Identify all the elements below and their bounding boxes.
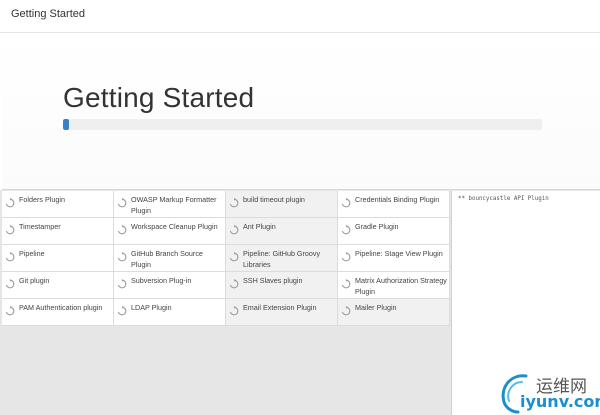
refresh-icon — [341, 303, 351, 316]
refresh-icon — [117, 303, 127, 316]
plugin-name: OWASP Markup Formatter Plugin — [131, 195, 217, 215]
plugin-name: Matrix Authorization Strategy Plugin — [355, 276, 447, 296]
plugin-name: Pipeline — [19, 249, 45, 258]
plugin-item: Gradle Plugin — [338, 218, 450, 245]
top-bar: Getting Started — [0, 0, 600, 33]
plugin-name: PAM Authentication plugin — [19, 303, 103, 312]
install-log-line: ** bouncycastle API Plugin — [458, 196, 549, 202]
refresh-icon — [229, 303, 239, 316]
plugin-name: LDAP Plugin — [131, 303, 172, 312]
page-title: Getting Started — [63, 82, 255, 113]
plugin-item: SSH Slaves plugin — [226, 272, 338, 299]
plugin-item: Git plugin — [2, 272, 114, 299]
window-title: Getting Started — [11, 8, 85, 20]
plugin-item: PAM Authentication plugin — [2, 299, 114, 326]
plugin-item: Subversion Plug-in — [114, 272, 226, 299]
plugin-item: Pipeline: GitHub Groovy Libraries — [226, 245, 338, 272]
plugin-name: Workspace Cleanup Plugin — [131, 222, 218, 231]
plugin-name: Subversion Plug-in — [131, 276, 192, 285]
plugin-item: Mailer Plugin — [338, 299, 450, 326]
plugin-item: Ant Plugin — [226, 218, 338, 245]
refresh-icon — [117, 222, 127, 235]
refresh-icon — [341, 222, 351, 235]
plugin-item: Credentials Binding Plugin — [338, 191, 450, 218]
plugin-name: Email Extension Plugin — [243, 303, 317, 312]
plugin-name: Gradle Plugin — [355, 222, 399, 231]
plugin-item: LDAP Plugin — [114, 299, 226, 326]
refresh-icon — [117, 195, 127, 208]
hero-panel: Getting Started — [2, 33, 600, 190]
refresh-icon — [5, 249, 15, 262]
progress-fill — [63, 119, 69, 130]
refresh-icon — [117, 249, 127, 262]
plugin-grid: Folders Plugin OWASP Markup Formatter Plu… — [2, 191, 450, 326]
plugin-name: Pipeline: GitHub Groovy Libraries — [243, 249, 321, 269]
refresh-icon — [341, 249, 351, 262]
plugin-item: Pipeline — [2, 245, 114, 272]
plugin-name: build timeout plugin — [243, 195, 305, 204]
plugin-name: Folders Plugin — [19, 195, 65, 204]
plugin-name: GitHub Branch Source Plugin — [131, 249, 203, 269]
refresh-icon — [341, 276, 351, 289]
plugin-name: Mailer Plugin — [355, 303, 397, 312]
refresh-icon — [229, 249, 239, 262]
refresh-icon — [5, 222, 15, 235]
plugin-item: GitHub Branch Source Plugin — [114, 245, 226, 272]
plugin-name: Timestamper — [19, 222, 61, 231]
refresh-icon — [117, 276, 127, 289]
plugin-item: Folders Plugin — [2, 191, 114, 218]
plugin-item: Workspace Cleanup Plugin — [114, 218, 226, 245]
plugin-name: Pipeline: Stage View Plugin — [355, 249, 443, 258]
refresh-icon — [341, 195, 351, 208]
watermark-url: iyunv.com — [520, 392, 600, 411]
refresh-icon — [229, 195, 239, 208]
watermark-logo: 运维网 iyunv.com — [496, 370, 600, 415]
plugin-item: OWASP Markup Formatter Plugin — [114, 191, 226, 218]
refresh-icon — [5, 276, 15, 289]
plugin-name: SSH Slaves plugin — [243, 276, 303, 285]
refresh-icon — [5, 303, 15, 316]
plugin-name: Ant Plugin — [243, 222, 276, 231]
refresh-icon — [229, 222, 239, 235]
refresh-icon — [229, 276, 239, 289]
plugin-item: build timeout plugin — [226, 191, 338, 218]
plugin-item: Timestamper — [2, 218, 114, 245]
plugin-item: Pipeline: Stage View Plugin — [338, 245, 450, 272]
plugin-item: Email Extension Plugin — [226, 299, 338, 326]
install-progress-bar — [63, 119, 542, 130]
refresh-icon — [5, 195, 15, 208]
plugin-name: Git plugin — [19, 276, 50, 285]
plugin-name: Credentials Binding Plugin — [355, 195, 440, 204]
plugin-item: Matrix Authorization Strategy Plugin — [338, 272, 450, 299]
